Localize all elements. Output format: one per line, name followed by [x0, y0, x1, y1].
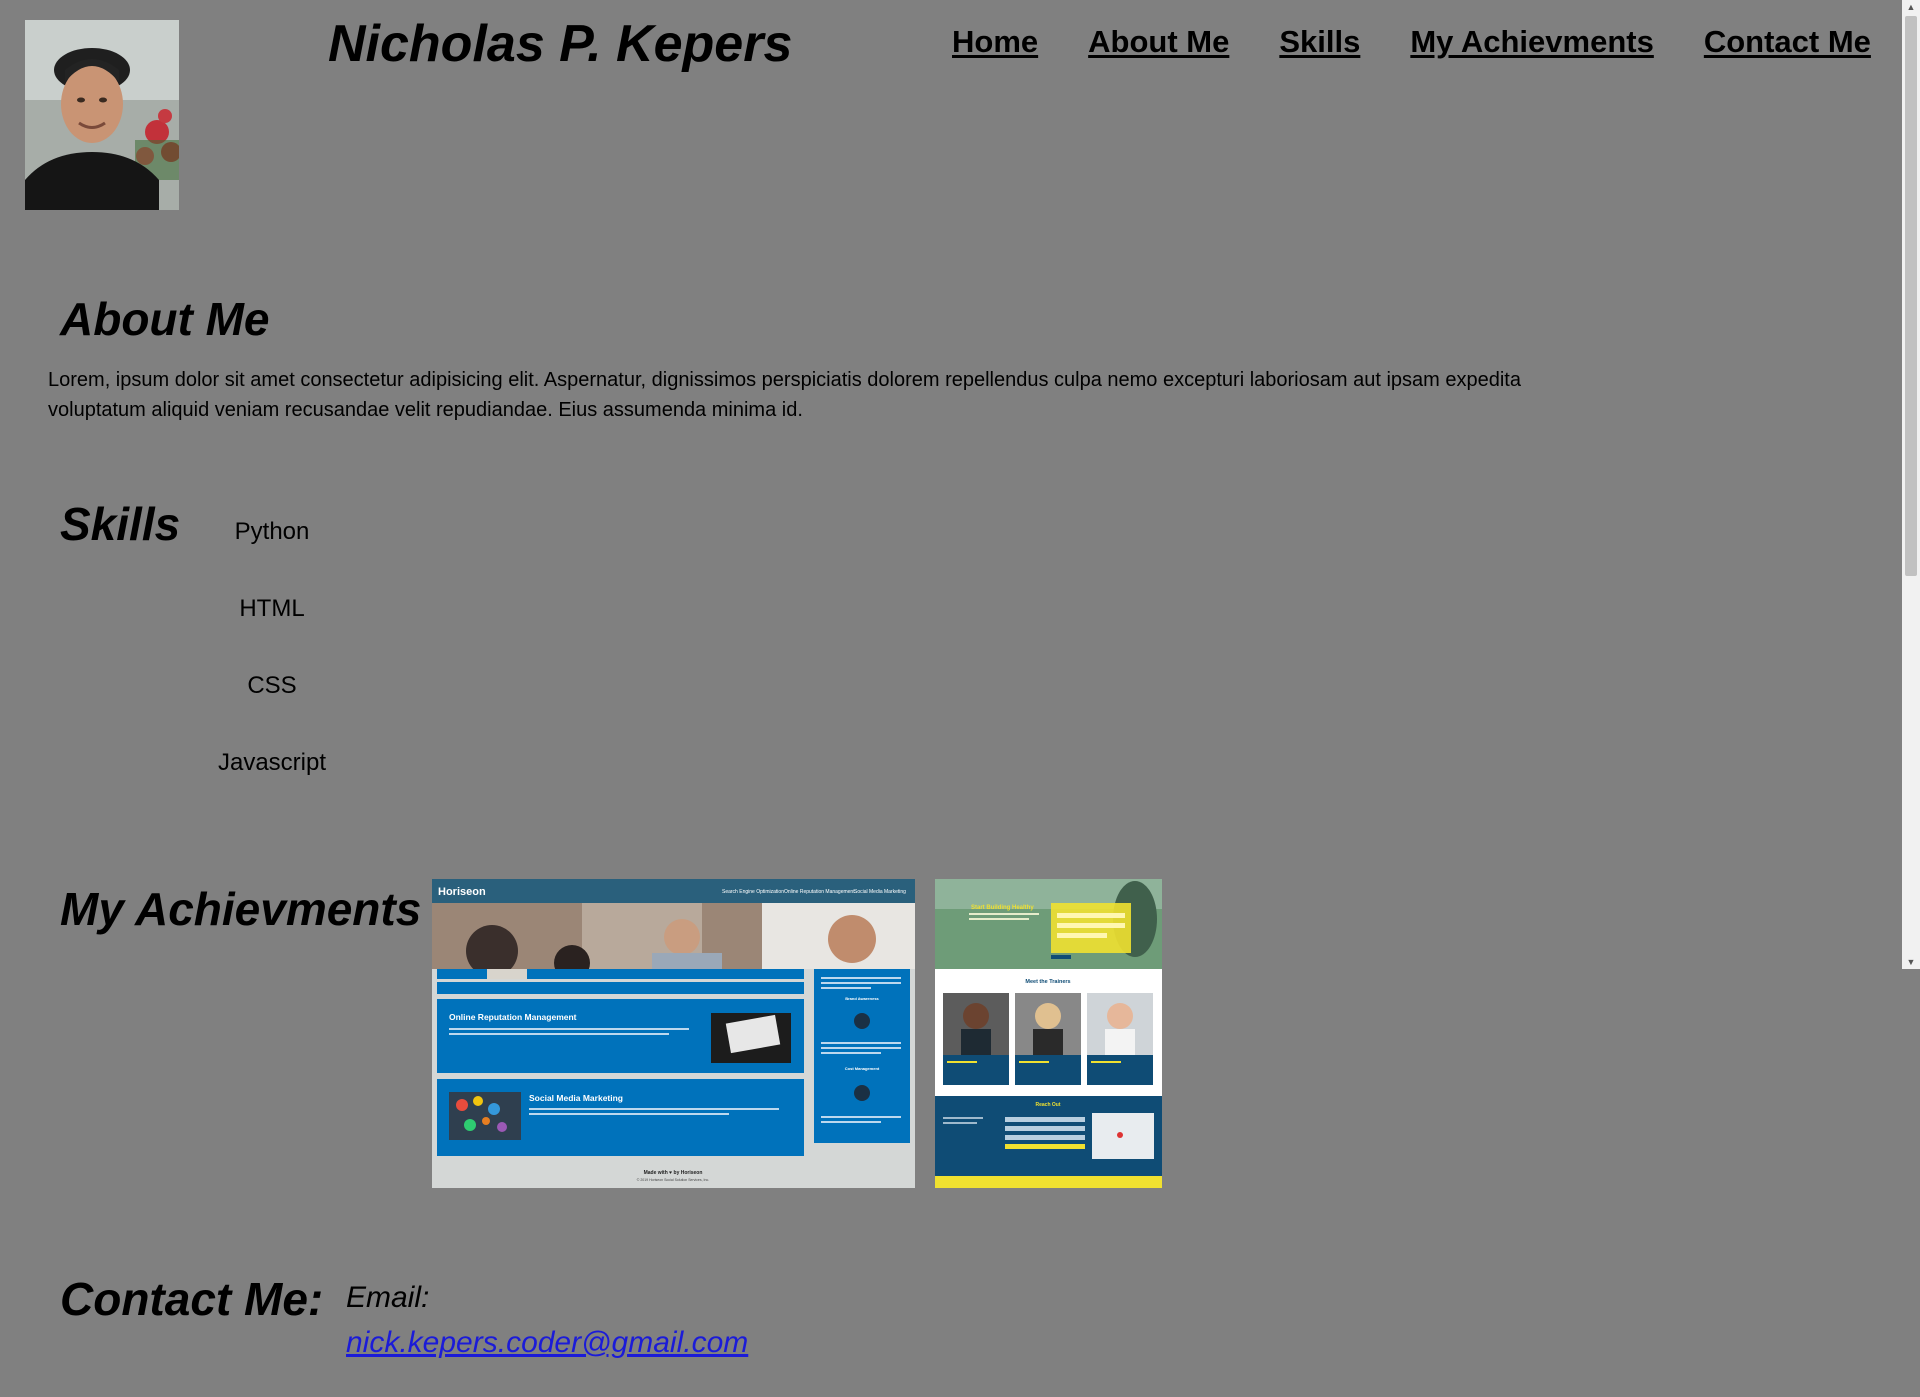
contact-heading: Contact Me: [60, 1273, 324, 1325]
horiseon-nav-orm: Online Reputation Management [784, 889, 855, 895]
site-title: Nicholas P. Kepers [328, 15, 793, 73]
scroll-down-icon[interactable]: ▼ [1902, 955, 1920, 969]
skills-list: Python HTML CSS Javascript [200, 510, 344, 818]
skill-item: CSS [247, 672, 297, 699]
skill-item: Javascript [217, 749, 327, 776]
horiseon-side-cost: Cost Management [845, 1066, 880, 1071]
vertical-scrollbar[interactable]: ▲ ▼ [1902, 0, 1920, 969]
profile-photo-icon [25, 20, 179, 210]
fitness-section-title: Meet the Trainers [1025, 979, 1070, 985]
horiseon-card-smm-title: Social Media Marketing [529, 1093, 623, 1103]
fitness-reach-title: Reach Out [1035, 1102, 1060, 1108]
horiseon-nav-seo: Search Engine Optimization [722, 889, 784, 895]
nav-achievements-link[interactable]: My Achievments [1410, 24, 1654, 60]
horiseon-nav-smm: Social Media Marketing [854, 889, 906, 895]
achievements-heading: My Achievments [60, 883, 422, 935]
email-link[interactable]: nick.kepers.coder@gmail.com [346, 1326, 748, 1360]
horiseon-card-orm-title: Online Reputation Management [449, 1012, 577, 1022]
horiseon-footer: Made with ♥ by Horiseon [644, 1170, 703, 1176]
about-heading: About Me [60, 293, 270, 345]
fitness-hero-title: Start Building Healthy [971, 905, 1034, 911]
scrollbar-thumb[interactable] [1905, 16, 1917, 576]
skill-item: HTML [239, 595, 305, 622]
fitness-project-screenshot[interactable]: Start Building Healthy Meet the Trainers… [935, 879, 1162, 1188]
nav-skills-link[interactable]: Skills [1279, 24, 1360, 60]
horiseon-side-brand: Brand Awareness [845, 996, 879, 1001]
email-label: Email: [346, 1281, 430, 1314]
nav-about-link[interactable]: About Me [1088, 24, 1229, 60]
avatar [25, 20, 179, 210]
nav-contact-link[interactable]: Contact Me [1704, 24, 1871, 60]
horiseon-brand: Horiseon [438, 886, 486, 898]
skill-item: Python [234, 518, 310, 545]
main-nav: Home About Me Skills My Achievments Cont… [952, 24, 1871, 60]
scroll-up-icon[interactable]: ▲ [1902, 0, 1920, 14]
skills-heading: Skills [60, 498, 181, 550]
horiseon-copyright: © 2019 Horiseon Social Solution Services… [637, 1178, 709, 1182]
about-text: Lorem, ipsum dolor sit amet consectetur … [48, 369, 1521, 421]
horiseon-project-screenshot[interactable]: Horiseon Search Engine Optimization Onli… [432, 879, 915, 1188]
nav-home-link[interactable]: Home [952, 24, 1038, 60]
